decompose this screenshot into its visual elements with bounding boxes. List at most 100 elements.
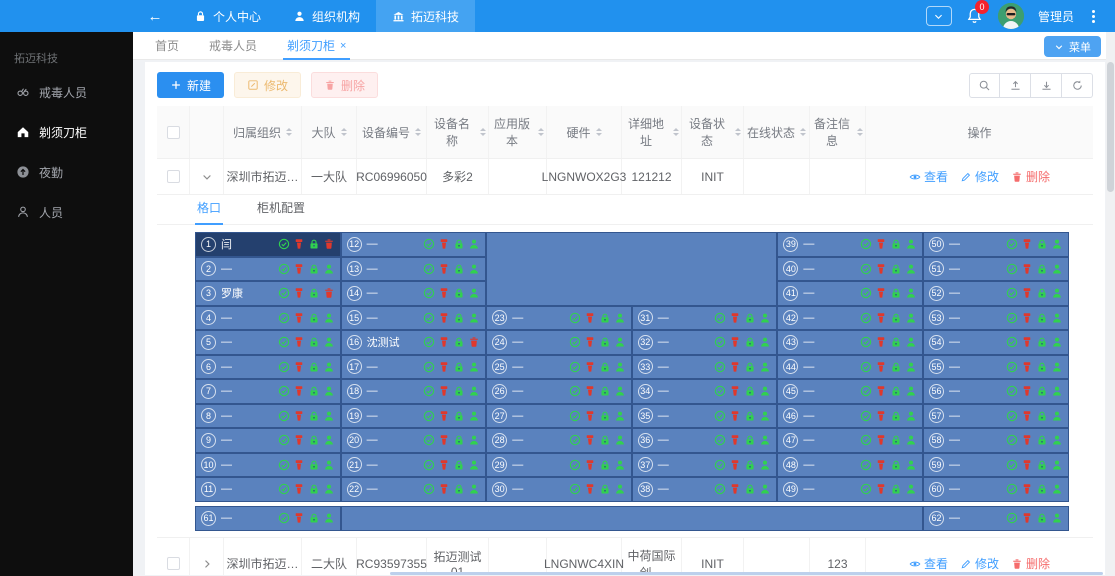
menu-button[interactable]: 菜单	[1044, 36, 1101, 57]
locker-cell[interactable]: 46—	[777, 404, 923, 429]
person-icon[interactable]	[468, 263, 480, 275]
action-view[interactable]: 查看	[909, 168, 948, 185]
person-icon[interactable]	[468, 238, 480, 250]
locker-cell[interactable]: 15—	[341, 306, 487, 331]
person-icon[interactable]	[1051, 410, 1063, 422]
locker-cell[interactable]: 34—	[632, 379, 778, 404]
column-header-org[interactable]: 归属组织	[224, 106, 302, 158]
locker-cell[interactable]: 42—	[777, 306, 923, 331]
person-icon[interactable]	[759, 361, 771, 373]
person-icon[interactable]	[1051, 512, 1063, 524]
locker-cell[interactable]: 8—	[195, 404, 341, 429]
column-header-hardware[interactable]: 硬件	[547, 106, 622, 158]
locker-cell[interactable]: 11—	[195, 477, 341, 502]
locker-cell[interactable]: 39—	[777, 232, 923, 257]
column-header-device-name[interactable]: 设备名称	[427, 106, 489, 158]
back-arrow-icon[interactable]: ←	[132, 8, 178, 25]
column-header-remark[interactable]: 备注信息	[810, 106, 866, 158]
person-icon[interactable]	[905, 385, 917, 397]
column-header-address[interactable]: 详细地址	[622, 106, 682, 158]
person-icon[interactable]	[905, 410, 917, 422]
trash-icon[interactable]	[468, 336, 480, 348]
locker-cell[interactable]: 2—	[195, 257, 341, 282]
locker-cell[interactable]: 31—	[632, 306, 778, 331]
locker-cell[interactable]: 12—	[341, 232, 487, 257]
person-icon[interactable]	[1051, 312, 1063, 324]
locker-cell[interactable]: 44—	[777, 355, 923, 380]
locker-cell[interactable]: 7—	[195, 379, 341, 404]
person-icon[interactable]	[1051, 263, 1063, 275]
row-expand-toggle[interactable]	[201, 171, 213, 183]
vertical-scrollbar[interactable]	[1106, 32, 1115, 576]
person-icon[interactable]	[323, 459, 335, 471]
trash-icon[interactable]	[323, 238, 335, 250]
person-icon[interactable]	[614, 312, 626, 324]
person-icon[interactable]	[905, 312, 917, 324]
search-button[interactable]	[969, 73, 1000, 98]
person-icon[interactable]	[905, 238, 917, 250]
locker-cell[interactable]: 43—	[777, 330, 923, 355]
export-button[interactable]	[1000, 73, 1031, 98]
tab-tixu-daogui[interactable]: 剃须刀柜×	[287, 32, 346, 60]
locker-cell[interactable]: 3罗康	[195, 281, 341, 306]
person-icon[interactable]	[468, 410, 480, 422]
person-icon[interactable]	[1051, 336, 1063, 348]
column-header-device-no[interactable]: 设备编号	[357, 106, 427, 158]
locker-cell[interactable]: 24—	[486, 330, 632, 355]
locker-cell[interactable]: 61—	[195, 506, 341, 531]
person-icon[interactable]	[468, 312, 480, 324]
close-icon[interactable]: ×	[340, 40, 346, 52]
trash-icon[interactable]	[323, 287, 335, 299]
sort-icon[interactable]	[857, 125, 863, 139]
person-icon[interactable]	[614, 434, 626, 446]
sidebar-item-renyuan[interactable]: 人员	[0, 192, 133, 232]
column-header-device-status[interactable]: 设备状态	[682, 106, 744, 158]
tab-jiedu-renyuan[interactable]: 戒毒人员	[209, 32, 257, 60]
person-icon[interactable]	[614, 336, 626, 348]
delete-button[interactable]: 删除	[311, 72, 378, 98]
sort-icon[interactable]	[341, 125, 347, 139]
import-button[interactable]	[1031, 73, 1062, 98]
person-icon[interactable]	[614, 385, 626, 397]
locker-cell[interactable]: 30—	[486, 477, 632, 502]
person-icon[interactable]	[759, 459, 771, 471]
person-icon[interactable]	[323, 483, 335, 495]
navbar-collapse-button[interactable]	[926, 6, 952, 26]
locker-cell[interactable]: 56—	[923, 379, 1069, 404]
person-icon[interactable]	[905, 483, 917, 495]
person-icon[interactable]	[905, 336, 917, 348]
locker-cell[interactable]: 52—	[923, 281, 1069, 306]
locker-cell[interactable]: 62—	[923, 506, 1069, 531]
locker-cell[interactable]: 21—	[341, 453, 487, 478]
person-icon[interactable]	[614, 361, 626, 373]
locker-cell[interactable]: 35—	[632, 404, 778, 429]
new-button[interactable]: 新建	[157, 72, 224, 98]
row-checkbox[interactable]	[167, 557, 180, 570]
person-icon[interactable]	[759, 312, 771, 324]
horizontal-scrollbar-thumb[interactable]	[390, 572, 1103, 575]
person-icon[interactable]	[905, 434, 917, 446]
row-expand-toggle[interactable]	[201, 558, 213, 570]
person-icon[interactable]	[759, 385, 771, 397]
tab-home[interactable]: 首页	[155, 32, 179, 60]
person-icon[interactable]	[905, 263, 917, 275]
locker-cell[interactable]: 57—	[923, 404, 1069, 429]
tab-cabinet-config[interactable]: 柜机配置	[255, 199, 307, 224]
nav-item-tuomai-tech[interactable]: 拓迈科技	[376, 0, 475, 32]
locker-cell[interactable]: 5—	[195, 330, 341, 355]
action-edit[interactable]: 修改	[960, 555, 999, 572]
person-icon[interactable]	[468, 385, 480, 397]
locker-cell[interactable]: 14—	[341, 281, 487, 306]
person-icon[interactable]	[759, 410, 771, 422]
person-icon[interactable]	[323, 336, 335, 348]
person-icon[interactable]	[468, 434, 480, 446]
locker-cell[interactable]: 22—	[341, 477, 487, 502]
locker-cell[interactable]: 23—	[486, 306, 632, 331]
column-header-online-status[interactable]: 在线状态	[744, 106, 810, 158]
locker-cell[interactable]: 20—	[341, 428, 487, 453]
nav-item-organization[interactable]: 组织机构	[277, 0, 376, 32]
person-icon[interactable]	[759, 434, 771, 446]
locker-cell[interactable]: 13—	[341, 257, 487, 282]
locker-cell[interactable]: 25—	[486, 355, 632, 380]
person-icon[interactable]	[1051, 459, 1063, 471]
